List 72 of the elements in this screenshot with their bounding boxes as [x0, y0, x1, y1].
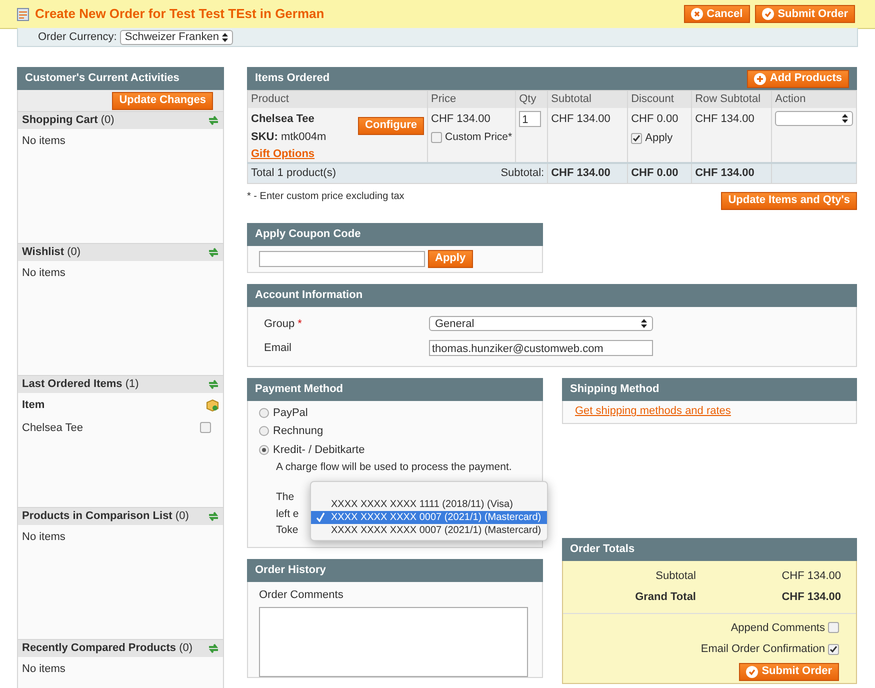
configure-button[interactable]: Configure — [358, 116, 424, 134]
section-title: Customer's Current Activities — [25, 71, 180, 86]
partial-text: The — [276, 490, 294, 505]
product-sku: SKU: mtk004m — [251, 130, 326, 145]
column-header: Product — [248, 90, 428, 108]
sidebar-section-title: Recently Compared Products (0) — [22, 641, 193, 656]
sidebar-section-title: Last Ordered Items (1) — [22, 377, 139, 392]
section-title: Order Totals — [570, 542, 635, 557]
empty-text: No items — [22, 531, 66, 543]
checkbox-label: Custom Price* — [445, 130, 512, 145]
product-name: Chelsea Tee — [251, 112, 316, 126]
radio-label: PayPal — [273, 406, 308, 420]
section-title: Items Ordered — [255, 71, 330, 86]
column-header: Action — [772, 90, 856, 108]
section-title: Account Information — [255, 288, 363, 303]
partial-text: Toke — [276, 523, 298, 538]
payment-description: A charge flow will be used to process the payment. — [276, 460, 513, 475]
section-title: Shipping Method — [570, 382, 660, 397]
price-text: CHF 134.00 — [431, 112, 492, 126]
radio-label: Rechnung — [273, 424, 324, 439]
radio-label: Kredit- / Debitkarte — [273, 442, 365, 458]
update-changes-button[interactable]: Update Changes — [112, 92, 213, 110]
checkbox-label: Append Comments — [730, 620, 825, 636]
empty-text: No items — [22, 663, 66, 675]
submit-order-button[interactable]: Submit Order — [738, 662, 839, 680]
empty-text: No items — [22, 267, 66, 279]
section-title: Apply Coupon Code — [255, 226, 361, 242]
field-label: Email — [264, 341, 293, 356]
subtotal-label: Subtotal: — [500, 167, 544, 179]
dropdown-option[interactable]: XXXX XXXX XXXX 1111 (2018/11) (Visa) — [311, 498, 547, 511]
gift-options-link[interactable]: Gift Options — [251, 148, 315, 160]
email-field[interactable]: thomas.hunziker@customweb.com — [429, 340, 653, 356]
item-name: Chelsea Tee — [22, 420, 83, 436]
column-header: Qty — [516, 90, 548, 108]
group-select[interactable]: General — [429, 316, 653, 332]
totals-label: Subtotal — [654, 568, 696, 584]
field-label: Group * — [264, 316, 303, 332]
apply-button[interactable]: Apply — [428, 250, 473, 268]
total-cell: CHF 0.00 — [628, 163, 692, 183]
shipping-rates-link[interactable]: Get shipping methods and rates — [575, 403, 731, 420]
column-header: Row Subtotal — [692, 90, 772, 108]
page-title: Create New Order for Test Test TEst in German — [35, 5, 324, 24]
dropdown-option[interactable]: XXXX XXXX XXXX 0007 (2021/1) (Mastercard) — [311, 524, 547, 537]
empty-text: No items — [22, 135, 66, 147]
submit-order-button[interactable]: Submit Order — [754, 5, 855, 23]
column-header: Discount — [628, 90, 692, 108]
column-header: Item — [22, 398, 45, 413]
section-title: Payment Method — [255, 382, 344, 397]
dropdown-option[interactable]: XXXX XXXX XXXX 0007 (2021/1) (Mastercard) — [311, 510, 547, 524]
total-products: Total 1 product(s) — [248, 163, 428, 183]
section-title: Order History — [255, 563, 326, 578]
add-products-button[interactable]: Add Products — [746, 70, 849, 88]
checkbox-label: Email Order Confirmation — [700, 642, 825, 657]
checkbox-label: Apply — [645, 131, 673, 146]
sidebar-section-title: Products in Comparison List (0) — [22, 509, 189, 524]
cancel-button[interactable]: Cancel — [684, 5, 750, 23]
totals-value: CHF 134.00 — [780, 568, 841, 584]
totals-label: Grand Total — [634, 590, 696, 605]
totals-value: CHF 134.00 — [780, 590, 841, 605]
currency-label: Order Currency: — [38, 30, 117, 45]
column-header: Price — [428, 90, 516, 108]
partial-text: left e — [276, 506, 299, 522]
qty-field[interactable]: 1 — [519, 110, 542, 126]
total-cell: CHF 134.00 — [548, 163, 628, 183]
currency-select[interactable]: Schweizer Franken — [120, 30, 234, 44]
discount-text: CHF 0.00 — [631, 112, 680, 126]
column-header: Subtotal — [548, 90, 628, 108]
update-items-button[interactable]: Update Items and Qty's — [721, 192, 857, 210]
comments-label: Order Comments — [259, 588, 344, 603]
sidebar-section-title: Wishlist (0) — [22, 245, 81, 260]
sidebar-section-title: Shopping Cart (0) — [22, 113, 114, 128]
custom-price-note: * - Enter custom price excluding tax — [247, 190, 404, 204]
